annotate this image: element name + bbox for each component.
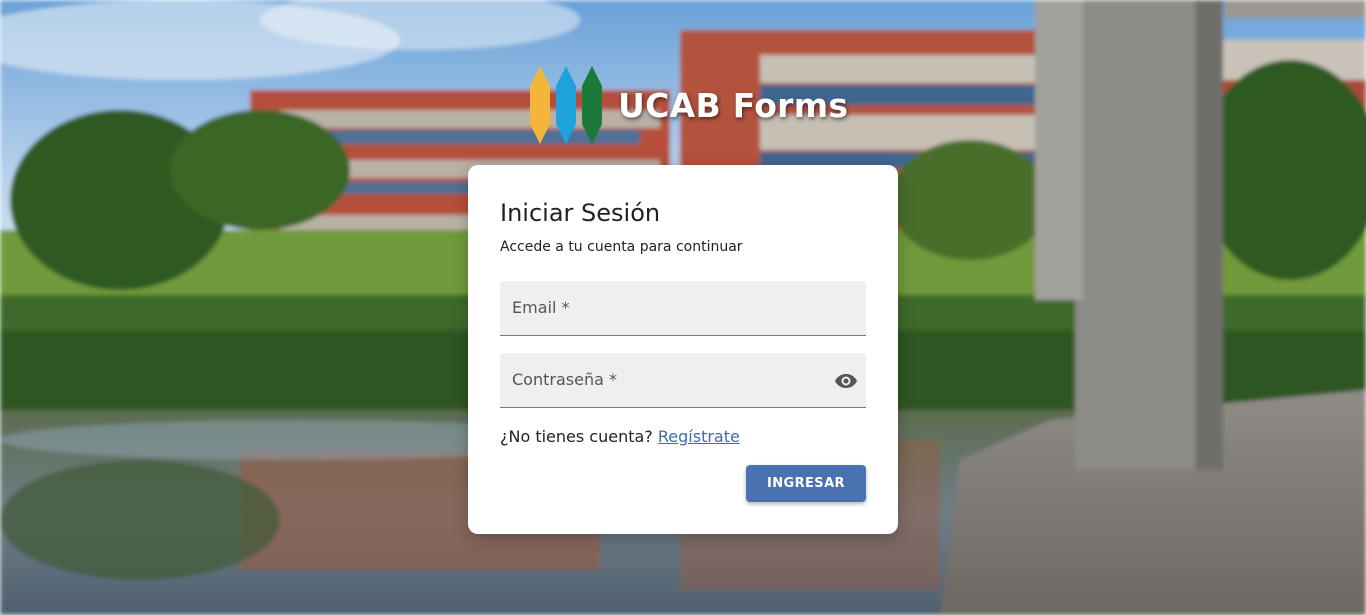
- login-subtitle: Accede a tu cuenta para continuar: [500, 239, 743, 255]
- email-label: Email *: [512, 298, 570, 317]
- register-link[interactable]: Regístrate: [658, 427, 740, 446]
- brand-name: UCAB Forms: [618, 85, 849, 125]
- page-title: Iniciar Sesión: [500, 199, 661, 227]
- password-label: Contraseña *: [512, 370, 617, 389]
- no-account-text: ¿No tienes cuenta?: [500, 427, 653, 446]
- eye-icon[interactable]: [834, 369, 858, 393]
- ucab-logo-icon: [530, 66, 602, 144]
- brand-header: UCAB Forms: [528, 64, 848, 146]
- login-card: Iniciar Sesión Accede a tu cuenta para c…: [468, 165, 898, 534]
- password-field[interactable]: Contraseña *: [500, 353, 866, 408]
- login-button[interactable]: INGRESAR: [746, 465, 866, 502]
- register-prompt: ¿No tienes cuenta? Regístrate: [500, 427, 740, 446]
- email-field[interactable]: Email *: [500, 281, 866, 336]
